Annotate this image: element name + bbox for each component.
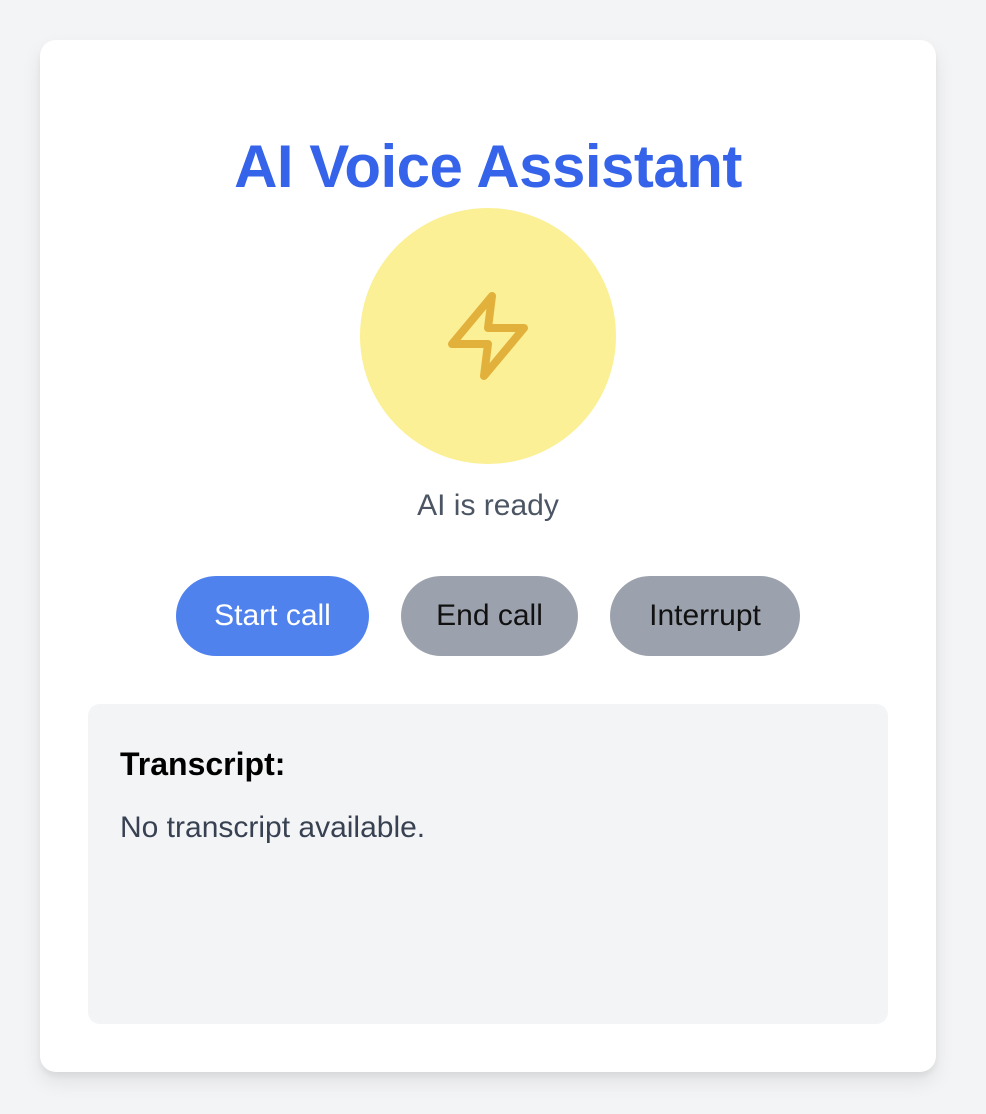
page-title: AI Voice Assistant	[234, 133, 742, 200]
transcript-heading: Transcript:	[120, 746, 286, 782]
transcript-panel: Transcript: No transcript available.	[88, 704, 888, 1024]
start-call-button[interactable]: Start call	[176, 576, 369, 656]
lightning-bolt-icon	[448, 292, 528, 380]
call-controls: Start call End call Interrupt	[40, 576, 936, 656]
status-text: AI is ready	[417, 489, 559, 522]
end-call-button[interactable]: End call	[401, 576, 578, 656]
transcript-text: No transcript available.	[120, 811, 426, 844]
assistant-card: AI Voice Assistant AI is ready Start cal…	[40, 40, 936, 1072]
interrupt-button[interactable]: Interrupt	[610, 576, 800, 656]
assistant-avatar	[360, 208, 616, 464]
